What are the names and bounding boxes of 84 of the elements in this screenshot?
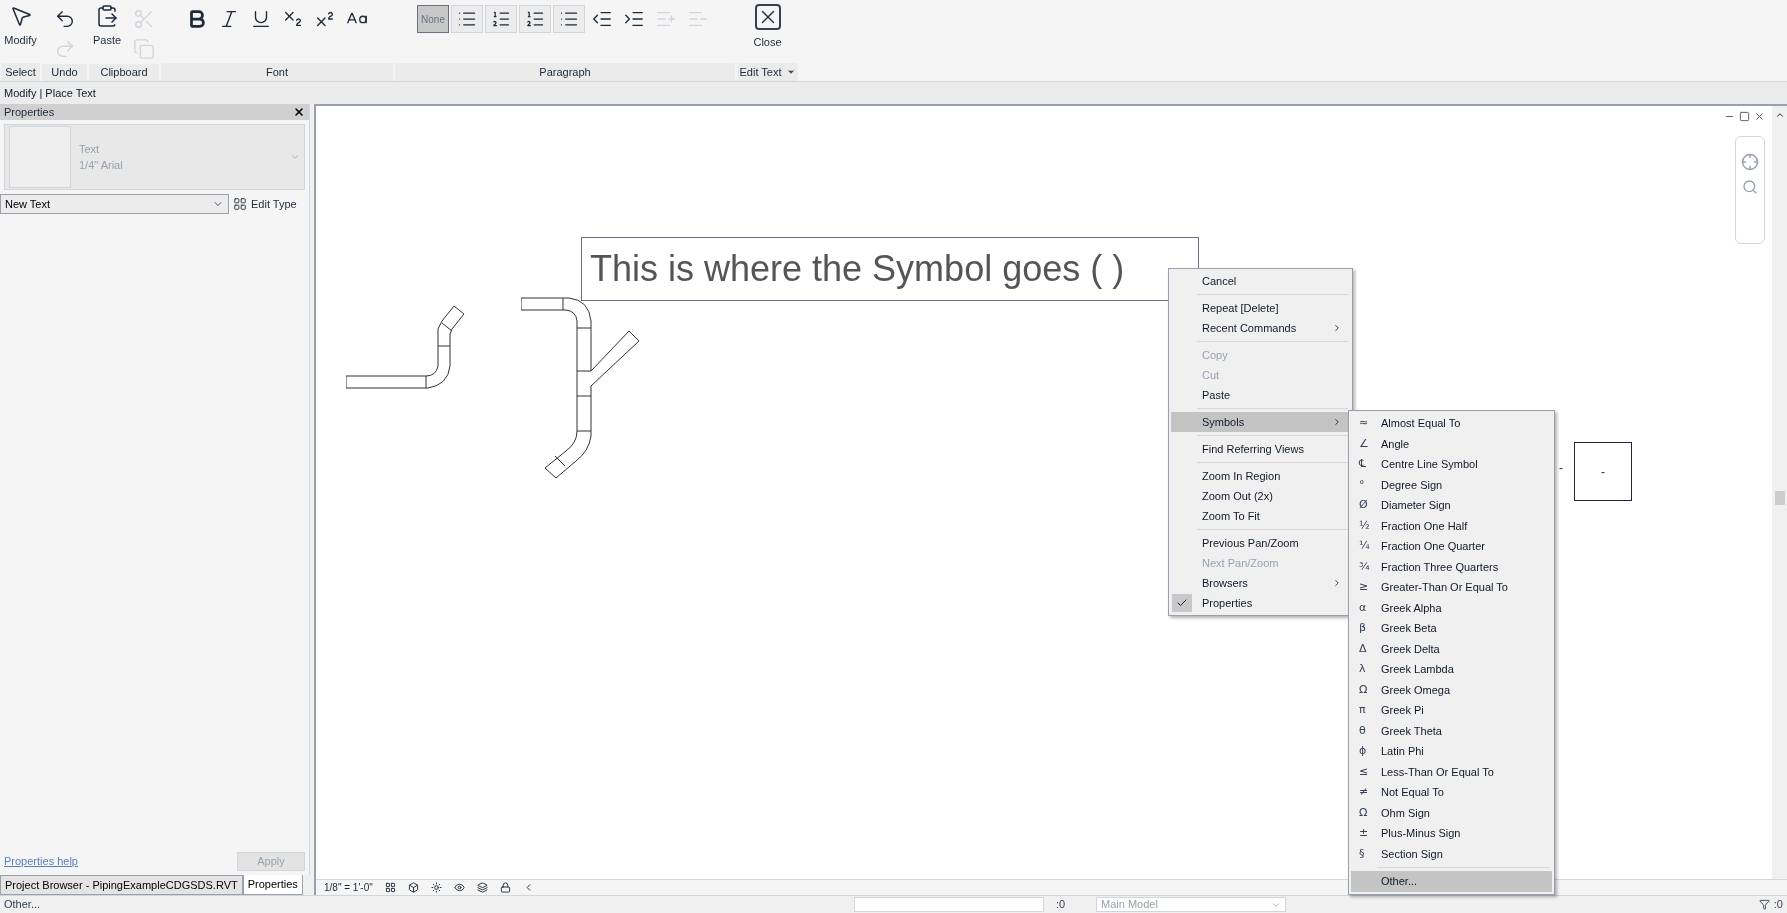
cube-icon[interactable] bbox=[407, 882, 419, 893]
menu-item[interactable]: Previous Pan/Zoom bbox=[1171, 533, 1350, 553]
type-name: Text bbox=[79, 141, 101, 157]
menu-item[interactable]: ½ Fraction One Half bbox=[1351, 515, 1552, 536]
lettered-list-icon bbox=[525, 9, 545, 29]
close-icon bbox=[754, 4, 781, 30]
status-count: :0 bbox=[1056, 897, 1067, 913]
edit-type-button[interactable]: Edit Type bbox=[233, 195, 297, 213]
grid-icon bbox=[233, 197, 247, 211]
ribbon-group-label: Select bbox=[5, 64, 36, 80]
list-style-button[interactable] bbox=[451, 5, 483, 33]
tag-text: - bbox=[1559, 460, 1563, 477]
menu-item[interactable]: Repeat [Delete] bbox=[1171, 298, 1350, 318]
menu-item[interactable]: Ω Greek Omega bbox=[1351, 679, 1552, 700]
menu-item[interactable]: ≠ Not Equal To bbox=[1351, 782, 1552, 803]
menu-item[interactable]: Zoom Out (2x) bbox=[1171, 486, 1350, 506]
menu-item[interactable]: Recent Commands bbox=[1171, 318, 1350, 338]
menu-item[interactable]: ɸ Latin Phi bbox=[1351, 741, 1552, 762]
ribbon-group-label: Edit Text bbox=[739, 64, 782, 80]
detail-level-icon[interactable] bbox=[384, 882, 396, 893]
ribbon-group-label: Clipboard bbox=[100, 65, 148, 81]
panel-tab[interactable]: Project Browser - PipingExampleCDGSDS.RVT bbox=[0, 875, 243, 895]
menu-item[interactable]: ± Plus-Minus Sign bbox=[1351, 823, 1552, 844]
menu-item[interactable]: Ø Diameter Sign bbox=[1351, 495, 1552, 516]
text-note[interactable]: This is where the Symbol goes ( ) bbox=[581, 237, 1199, 301]
restore-icon[interactable] bbox=[1739, 111, 1750, 122]
layers-icon[interactable] bbox=[476, 882, 488, 893]
check-icon bbox=[1172, 594, 1192, 612]
clipboard-icon bbox=[95, 4, 119, 28]
lock-icon[interactable] bbox=[499, 882, 511, 893]
menu-item[interactable]: § Section Sign bbox=[1351, 843, 1552, 864]
menu-item[interactable]: α Greek Alpha bbox=[1351, 597, 1552, 618]
close-icon[interactable] bbox=[293, 106, 305, 118]
type-preview bbox=[9, 126, 71, 188]
menu-item[interactable]: ≥ Greater-Than Or Equal To bbox=[1351, 577, 1552, 598]
context-label: Modify | Place Text bbox=[4, 85, 96, 101]
menu-item[interactable]: ℄ Centre Line Symbol bbox=[1351, 454, 1552, 475]
menu-item[interactable]: Properties bbox=[1171, 593, 1350, 613]
status-message: Other... bbox=[4, 897, 42, 913]
ribbon-group-label: Font bbox=[266, 64, 288, 80]
scale-label[interactable]: 1/8" = 1'-0" bbox=[324, 880, 373, 895]
list-style-button[interactable] bbox=[553, 5, 585, 33]
menu-item[interactable]: ¾ Fraction Three Quarters bbox=[1351, 556, 1552, 577]
list-style-button[interactable] bbox=[519, 5, 551, 33]
menu-item[interactable]: Zoom In Region bbox=[1171, 466, 1350, 486]
menu-item[interactable]: λ Greek Lambda bbox=[1351, 659, 1552, 680]
menu-item[interactable]: β Greek Beta bbox=[1351, 618, 1552, 639]
help-link[interactable]: Properties help bbox=[4, 853, 78, 870]
menu-item[interactable]: Δ Greek Delta bbox=[1351, 638, 1552, 659]
scroll-bar[interactable] bbox=[1772, 106, 1787, 879]
menu-item[interactable]: ∠ Angle bbox=[1351, 433, 1552, 454]
menu-item[interactable]: Browsers bbox=[1171, 573, 1350, 593]
menu-item[interactable]: ≈ Almost Equal To bbox=[1351, 413, 1552, 434]
menu-item[interactable]: ≤ Less-Than Or Equal To bbox=[1351, 761, 1552, 782]
dropdown-icon[interactable] bbox=[785, 67, 796, 77]
instance-dropdown[interactable]: New Text bbox=[0, 194, 229, 214]
dropdown-icon bbox=[290, 152, 300, 162]
status-count: :0 bbox=[1773, 897, 1783, 913]
menu-item[interactable]: θ Greek Theta bbox=[1351, 720, 1552, 741]
zoom-icon[interactable] bbox=[1742, 179, 1758, 195]
close-icon[interactable] bbox=[1754, 111, 1765, 122]
menu-item[interactable]: π Greek Pi bbox=[1351, 700, 1552, 721]
type-detail: 1/4" Arial bbox=[79, 158, 124, 173]
menu-item[interactable]: Other... bbox=[1351, 871, 1552, 892]
panel-title: Properties bbox=[4, 104, 55, 120]
menu-item[interactable]: Ω Ohm Sign bbox=[1351, 802, 1552, 823]
ribbon-button[interactable]: Close bbox=[749, 4, 786, 51]
sun-icon[interactable] bbox=[430, 882, 442, 893]
ribbon-group-label: Paragraph bbox=[539, 64, 591, 80]
ribbon-button[interactable]: Paste bbox=[88, 4, 126, 64]
ribbon-button[interactable]: Modify bbox=[0, 4, 41, 49]
tag-box: - bbox=[1574, 442, 1632, 501]
filter-icon[interactable] bbox=[1758, 899, 1770, 910]
eye-icon[interactable] bbox=[453, 882, 465, 893]
list-style-button[interactable] bbox=[485, 5, 517, 33]
menu-item[interactable]: ¼ Fraction One Quarter bbox=[1351, 536, 1552, 557]
menu-item[interactable]: Zoom To Fit bbox=[1171, 506, 1350, 526]
menu-item[interactable]: Symbols bbox=[1171, 412, 1350, 432]
numbered-list-icon bbox=[491, 9, 511, 29]
ribbon-group-label: Undo bbox=[51, 65, 78, 81]
menu-item[interactable]: Find Referring Views bbox=[1171, 439, 1350, 459]
menu-item[interactable]: ° Degree Sign bbox=[1351, 474, 1552, 495]
menu-item[interactable]: Paste bbox=[1171, 385, 1350, 405]
panel-tab[interactable]: Properties bbox=[242, 875, 303, 895]
